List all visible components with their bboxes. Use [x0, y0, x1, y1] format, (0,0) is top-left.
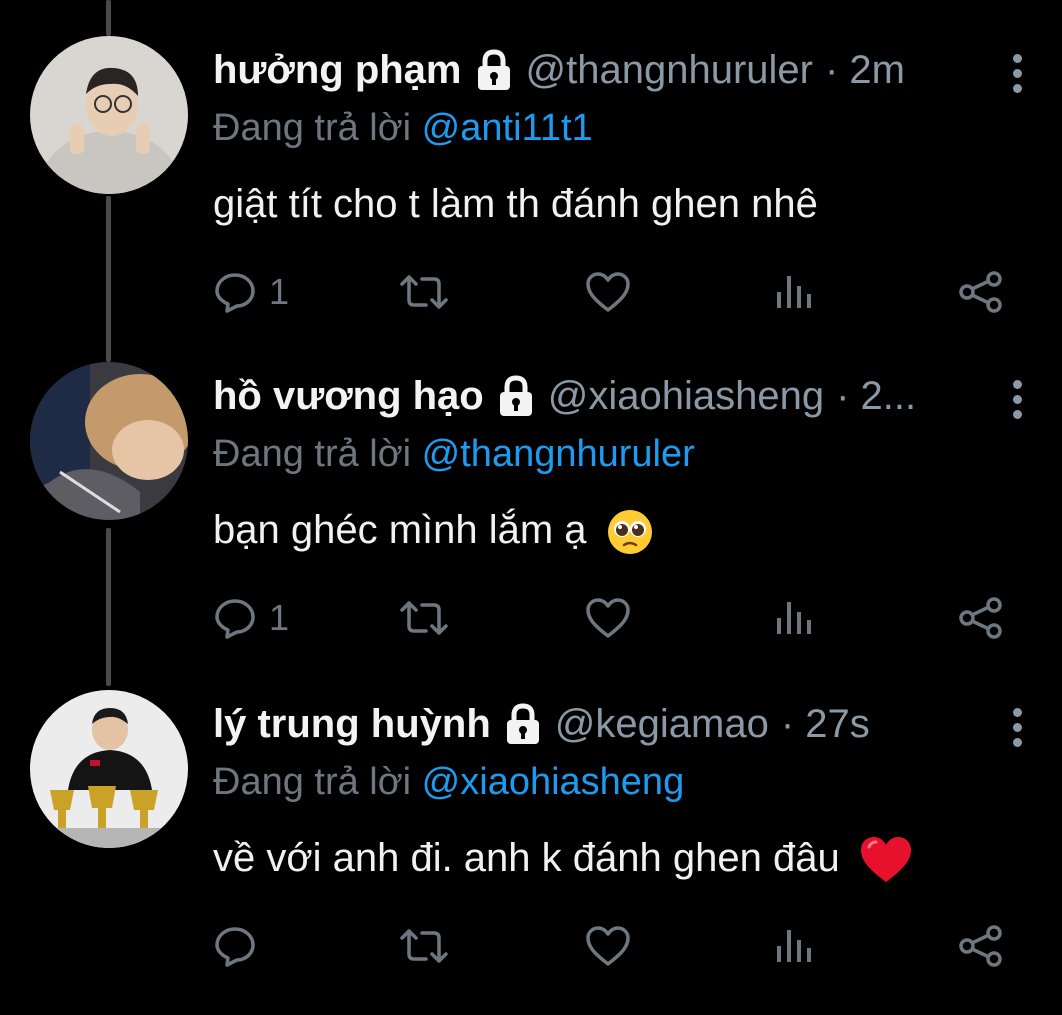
- reply-button[interactable]: [213, 918, 269, 974]
- pleading-face-emoji: [607, 510, 652, 555]
- reply-mention-link[interactable]: @thangnhuruler: [422, 433, 695, 475]
- reply-prefix: Đang trả lời: [213, 433, 412, 475]
- tweet-text-content: về với anh đi. anh k đánh ghen đâu: [213, 836, 840, 880]
- views-icon: [777, 276, 811, 308]
- reply-prefix: Đang trả lời: [213, 761, 412, 803]
- tweet[interactable]: lý trung huỳnh @kegiamao · 27s Đang trả …: [0, 690, 1062, 1015]
- retweet-icon: [400, 275, 448, 309]
- action-bar: 1: [213, 590, 1013, 646]
- tweet-header: hưởng phạm @thangnhuruler · 2m: [213, 46, 905, 94]
- reply-icon: [215, 599, 255, 639]
- retweet-icon: [400, 601, 448, 635]
- tweet[interactable]: hưởng phạm @thangnhuruler · 2m Đang trả …: [0, 36, 1062, 361]
- views-button[interactable]: [775, 590, 815, 646]
- reply-context: Đang trả lời @xiaohiasheng: [213, 758, 684, 806]
- like-button[interactable]: [585, 918, 631, 974]
- like-button[interactable]: [585, 590, 631, 646]
- action-bar: [213, 918, 1013, 974]
- retweet-button[interactable]: [398, 264, 450, 320]
- tweet-text: bạn ghéc mình lắm ạ: [213, 505, 654, 556]
- reply-count: 1: [269, 597, 290, 638]
- tweet-text: giật tít cho t làm th đánh ghen nhê: [213, 179, 818, 229]
- views-button[interactable]: [775, 264, 815, 320]
- share-icon: [959, 925, 1002, 967]
- tweet-text: về với anh đi. anh k đánh ghen đâu: [213, 833, 913, 885]
- tweet-text-content: giật tít cho t làm th đánh ghen nhê: [213, 182, 818, 226]
- retweet-icon: [400, 929, 448, 963]
- red-heart-emoji: [860, 837, 911, 883]
- display-name[interactable]: hồ vương hạo: [213, 372, 484, 420]
- tweet-header: lý trung huỳnh @kegiamao · 27s: [213, 700, 870, 748]
- views-icon: [777, 602, 811, 634]
- display-name[interactable]: lý trung huỳnh: [213, 700, 491, 748]
- handle[interactable]: @thangnhuruler: [526, 46, 813, 94]
- avatar[interactable]: [30, 36, 188, 194]
- reply-context: Đang trả lời @anti11t1: [213, 104, 593, 152]
- reply-mention-link[interactable]: @xiaohiasheng: [422, 761, 685, 803]
- more-options-icon[interactable]: [1002, 708, 1032, 748]
- share-icon: [959, 271, 1002, 313]
- action-bar: 1: [213, 264, 1013, 320]
- avatar[interactable]: [30, 362, 188, 520]
- like-button[interactable]: [585, 264, 631, 320]
- thread-line-top: [106, 0, 111, 36]
- share-button[interactable]: [958, 264, 1004, 320]
- lock-icon: [499, 375, 532, 416]
- tweet-header: hồ vương hạo @xiaohiasheng · 2...: [213, 372, 916, 420]
- views-icon: [777, 930, 811, 962]
- tweet-text-content: bạn ghéc mình lắm ạ: [213, 508, 587, 552]
- reply-button[interactable]: 1: [213, 264, 289, 320]
- retweet-button[interactable]: [398, 590, 450, 646]
- timestamp[interactable]: · 27s: [781, 700, 870, 748]
- reply-count: 1: [269, 271, 290, 312]
- more-options-icon[interactable]: [1002, 54, 1032, 94]
- like-icon: [586, 598, 630, 638]
- reply-context: Đang trả lời @thangnhuruler: [213, 430, 695, 478]
- lock-icon: [506, 703, 539, 744]
- views-button[interactable]: [775, 918, 815, 974]
- reply-icon: [215, 927, 255, 967]
- handle[interactable]: @kegiamao: [555, 700, 769, 748]
- reply-prefix: Đang trả lời: [213, 107, 412, 149]
- reply-button[interactable]: 1: [213, 590, 289, 646]
- lock-icon: [477, 49, 510, 90]
- timestamp[interactable]: · 2...: [836, 372, 916, 420]
- like-icon: [586, 272, 630, 312]
- share-icon: [959, 597, 1002, 639]
- timestamp[interactable]: · 2m: [825, 46, 905, 94]
- share-button[interactable]: [958, 590, 1004, 646]
- display-name[interactable]: hưởng phạm: [213, 46, 462, 94]
- retweet-button[interactable]: [398, 918, 450, 974]
- reply-icon: [215, 273, 255, 313]
- reply-mention-link[interactable]: @anti11t1: [422, 107, 593, 149]
- avatar[interactable]: [30, 690, 188, 848]
- tweet[interactable]: hồ vương hạo @xiaohiasheng · 2... Đang t…: [0, 362, 1062, 687]
- more-options-icon[interactable]: [1002, 380, 1032, 420]
- like-icon: [586, 926, 630, 966]
- share-button[interactable]: [958, 918, 1004, 974]
- handle[interactable]: @xiaohiasheng: [548, 372, 824, 420]
